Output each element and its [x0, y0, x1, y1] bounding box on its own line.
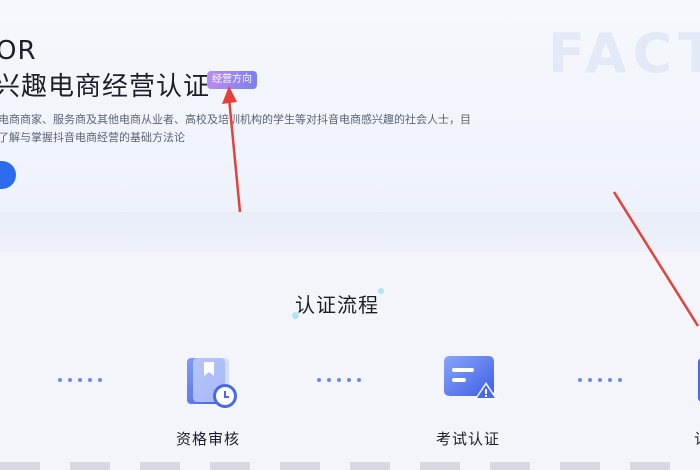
hero-banner: FACTO OR 兴趣电商经营认证 经营方向 电商商家、服务商及其他电商从业者、…	[0, 0, 700, 212]
progress-dots	[317, 378, 361, 382]
hero-bottom-band	[0, 212, 700, 252]
progress-dots	[578, 378, 622, 382]
hero-description-line2: 了解与掌握抖音电商经营的基础方法论	[0, 131, 185, 144]
hero-description-line1: 电商商家、服务商及其他电商从业者、高校及培训机构的学生等对抖音电商感兴趣的社会人…	[0, 113, 471, 126]
section-title: 认证流程	[295, 293, 379, 317]
document-clock-icon	[187, 358, 237, 408]
step-exam: 考试认证	[420, 352, 516, 449]
certificate-icon	[698, 358, 700, 402]
direction-badge: 经营方向	[207, 71, 257, 89]
step-label: 考试认证	[435, 430, 500, 448]
hero-title-line1: OR	[0, 36, 37, 66]
sparkle-icon	[378, 288, 384, 294]
watermark-text: FACTO	[548, 22, 700, 85]
step-label: 认	[694, 428, 700, 449]
step-certificate: 认	[688, 352, 700, 449]
sparkle-icon	[292, 312, 299, 319]
chat-warning-icon	[444, 356, 498, 400]
step-label: 资格审核	[175, 430, 240, 448]
progress-dots	[58, 378, 102, 382]
cropped-text-row	[0, 462, 700, 470]
hero-title: 兴趣电商经营认证	[0, 72, 211, 102]
step-qualification: 资格审核	[160, 352, 256, 449]
hero-description: 电商商家、服务商及其他电商从业者、高校及培训机构的学生等对抖音电商感兴趣的社会人…	[0, 111, 498, 147]
hero-cta-button[interactable]	[0, 161, 16, 189]
